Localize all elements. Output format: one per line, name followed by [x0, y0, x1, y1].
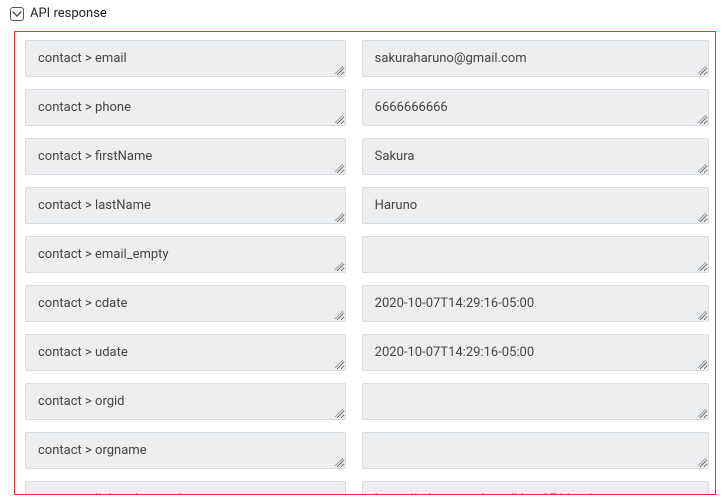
response-row: contact > email_empty: [25, 236, 709, 273]
api-response-panel: contact > emailsakuraharuno@gmail.comcon…: [14, 31, 716, 495]
collapse-toggle[interactable]: [10, 7, 24, 21]
response-value-field[interactable]: 2020-10-07T14:29:16-05:00: [362, 285, 709, 322]
resize-grip-icon: [333, 64, 343, 74]
resize-grip-icon: [333, 113, 343, 123]
response-value-field[interactable]: [362, 236, 709, 273]
resize-grip-icon: [696, 211, 706, 221]
resize-grip-icon: [333, 407, 343, 417]
resize-grip-icon: [696, 358, 706, 368]
response-key-field[interactable]: contact > lastName: [25, 187, 346, 224]
response-value-field[interactable]: 6666666666: [362, 89, 709, 126]
response-row: contact > orgname: [25, 432, 709, 469]
response-value-field[interactable]: https://tabassumahmedkhan2711.api: [362, 481, 709, 494]
resize-grip-icon: [696, 456, 706, 466]
response-row: contact > udate 2020-10-07T14:29:16-05:00: [25, 334, 709, 371]
response-key-field[interactable]: contact > links > bounceLogs: [25, 481, 346, 494]
resize-grip-icon: [696, 64, 706, 74]
response-row: contact > cdate 2020-10-07T14:29:16-05:00: [25, 285, 709, 322]
resize-grip-icon: [333, 309, 343, 319]
response-key-field[interactable]: contact > email_empty: [25, 236, 346, 273]
response-key-field[interactable]: contact > cdate: [25, 285, 346, 322]
resize-grip-icon: [696, 162, 706, 172]
response-value-field[interactable]: [362, 383, 709, 420]
response-row: contact > phone 6666666666: [25, 89, 709, 126]
resize-grip-icon: [333, 162, 343, 172]
response-key-field[interactable]: contact > orgname: [25, 432, 346, 469]
chevron-down-icon: [12, 9, 22, 19]
resize-grip-icon: [696, 113, 706, 123]
response-row: contact > links > bounceLogs https://taba…: [25, 481, 709, 494]
response-key-field[interactable]: contact > udate: [25, 334, 346, 371]
response-value-field[interactable]: 2020-10-07T14:29:16-05:00: [362, 334, 709, 371]
response-row: contact > orgid: [25, 383, 709, 420]
response-row: contact > email sakuraharuno@gmail.com: [25, 40, 709, 77]
section-header: API response: [0, 0, 726, 31]
resize-grip-icon: [333, 211, 343, 221]
response-key-field[interactable]: contact > phone: [25, 89, 346, 126]
resize-grip-icon: [333, 358, 343, 368]
resize-grip-icon: [696, 309, 706, 319]
resize-grip-icon: [696, 260, 706, 270]
response-value-field[interactable]: Haruno: [362, 187, 709, 224]
response-row: contact > firstName Sakura: [25, 138, 709, 175]
response-key-field[interactable]: contact > email: [25, 40, 346, 77]
api-response-scroll[interactable]: contact > emailsakuraharuno@gmail.comcon…: [15, 32, 715, 494]
response-value-field[interactable]: sakuraharuno@gmail.com: [362, 40, 709, 77]
response-row: contact > lastName Haruno: [25, 187, 709, 224]
response-value-field[interactable]: Sakura: [362, 138, 709, 175]
resize-grip-icon: [333, 456, 343, 466]
section-title: API response: [30, 6, 107, 21]
resize-grip-icon: [333, 260, 343, 270]
response-key-field[interactable]: contact > orgid: [25, 383, 346, 420]
resize-grip-icon: [696, 407, 706, 417]
response-key-field[interactable]: contact > firstName: [25, 138, 346, 175]
response-value-field[interactable]: [362, 432, 709, 469]
